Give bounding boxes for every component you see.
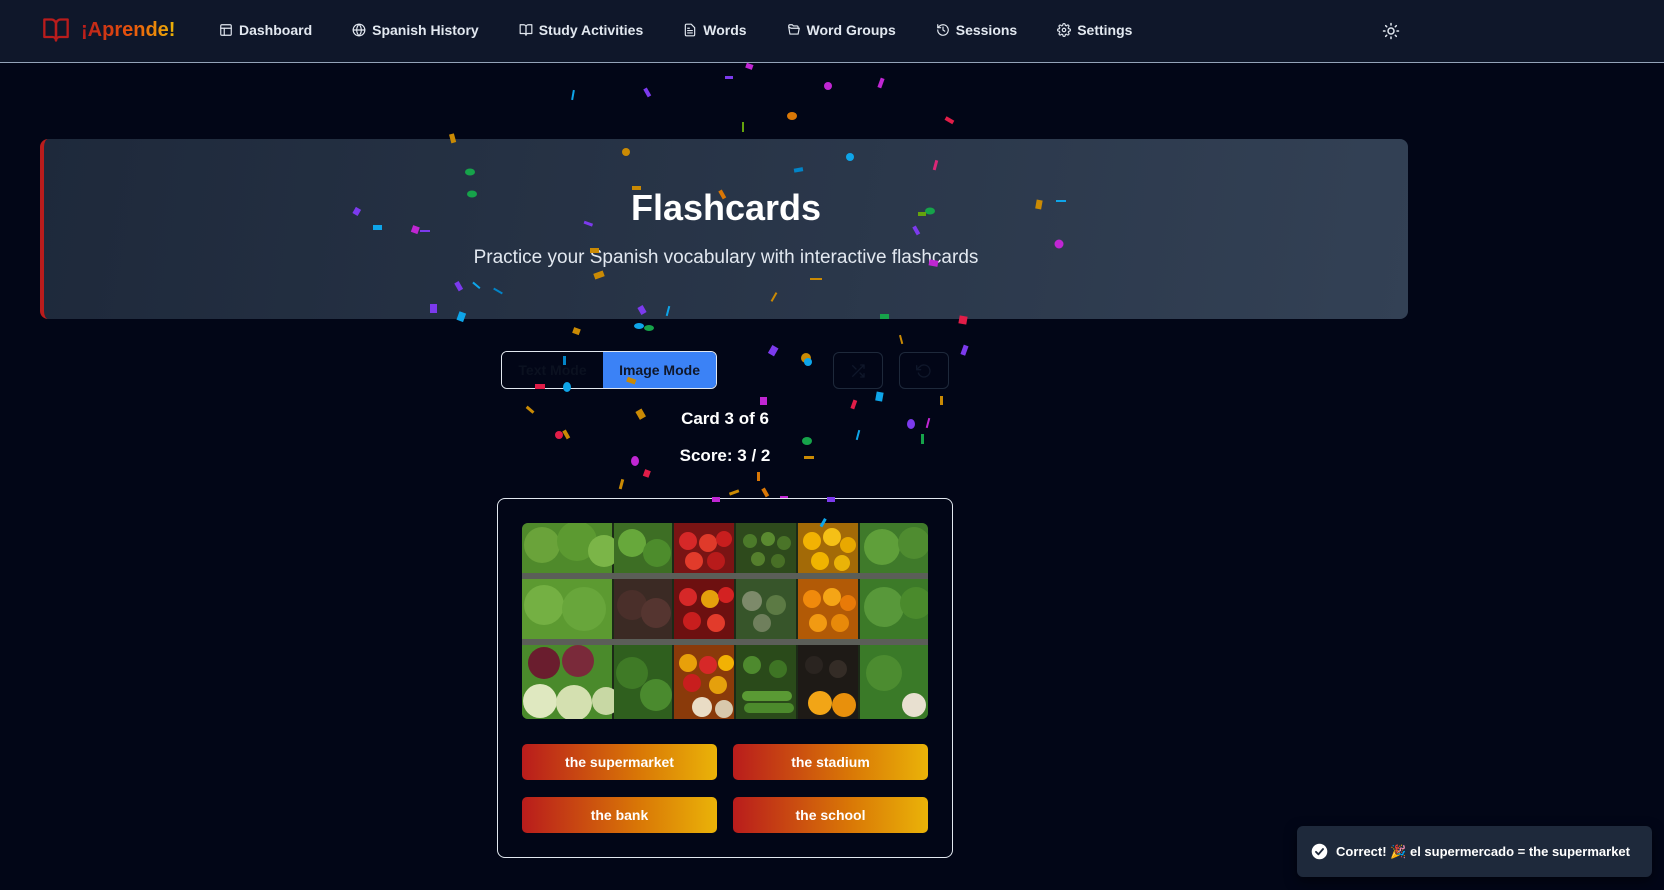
nav-item-label: Word Groups xyxy=(806,22,896,38)
reset-button[interactable] xyxy=(899,352,949,389)
nav-item-words[interactable]: Words xyxy=(683,22,747,38)
answer-option-button[interactable]: the bank xyxy=(522,797,717,833)
brand-name: ¡Aprende! xyxy=(81,18,176,41)
shuffle-button[interactable] xyxy=(833,352,883,389)
toast-notification: Correct! 🎉 el supermercado = the superma… xyxy=(1297,826,1652,877)
answer-option-button[interactable]: the supermarket xyxy=(522,744,717,780)
shuffle-icon xyxy=(852,363,865,378)
nav-item-dashboard[interactable]: Dashboard xyxy=(219,22,312,38)
produce-shelves-image xyxy=(522,523,928,719)
nav-item-label: Settings xyxy=(1077,22,1133,38)
folder-open-icon xyxy=(787,24,800,35)
file-text-icon xyxy=(684,23,696,37)
layout-icon xyxy=(220,24,232,36)
top-navbar: ¡Aprende! Dashboard Spanish History Stud… xyxy=(0,0,1664,63)
answer-option-button[interactable]: the school xyxy=(733,797,928,833)
gear-icon xyxy=(1057,23,1072,37)
nav-item-label: Dashboard xyxy=(239,22,313,38)
check-circle-icon xyxy=(1311,843,1328,860)
theme-toggle-button[interactable] xyxy=(1380,20,1402,42)
nav-item-label: Words xyxy=(703,22,747,38)
page-subtitle: Practice your Spanish vocabulary with in… xyxy=(473,247,979,268)
page-title: Flashcards xyxy=(630,187,822,228)
answer-option-button[interactable]: the stadium xyxy=(733,744,928,780)
brand-logo[interactable]: ¡Aprende! xyxy=(40,14,175,46)
globe-icon xyxy=(352,23,366,37)
nav-item-label: Sessions xyxy=(955,22,1018,38)
nav-item-word-groups[interactable]: Word Groups xyxy=(787,22,896,38)
nav-item-label: Study Activities xyxy=(538,22,644,38)
score-display: Score: 3 / 2 xyxy=(679,446,771,465)
book-open-icon xyxy=(43,18,69,42)
sun-icon xyxy=(1382,22,1400,40)
text-mode-button[interactable]: Text Mode xyxy=(502,352,604,388)
mode-toggle-group: Text Mode Image Mode xyxy=(501,351,717,389)
nav-item-label: Spanish History xyxy=(372,22,479,38)
nav-item-settings[interactable]: Settings xyxy=(1057,22,1132,38)
flashcard: the supermarket the stadium the bank the… xyxy=(497,498,953,858)
toast-message: Correct! 🎉 el supermercado = the superma… xyxy=(1336,843,1630,859)
nav-item-sessions[interactable]: Sessions xyxy=(936,22,1017,38)
rotate-ccw-icon xyxy=(916,363,931,378)
nav-links: Dashboard Spanish History Study Activiti… xyxy=(219,18,1172,42)
history-icon xyxy=(936,24,949,36)
book-open-icon xyxy=(519,24,533,36)
hero-banner: Flashcards Practice your Spanish vocabul… xyxy=(40,139,1408,319)
nav-item-study-activities[interactable]: Study Activities xyxy=(519,22,644,38)
card-counter: Card 3 of 6 xyxy=(681,409,769,428)
nav-item-spanish-history[interactable]: Spanish History xyxy=(352,22,479,38)
image-mode-button[interactable]: Image Mode xyxy=(603,352,716,388)
